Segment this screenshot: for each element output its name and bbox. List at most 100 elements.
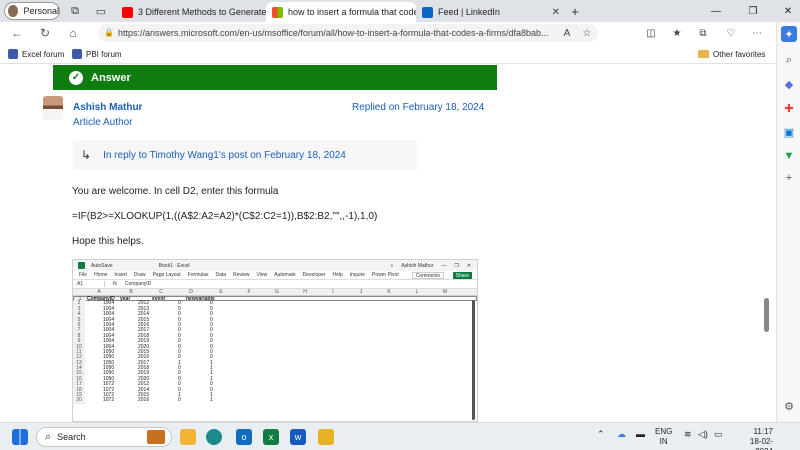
power-bi-icon[interactable] bbox=[318, 429, 334, 445]
restore-icon[interactable]: ❐ bbox=[745, 3, 761, 19]
search-highlight-icon bbox=[147, 430, 165, 444]
show-hidden-icons-icon[interactable]: ⌃ bbox=[597, 429, 605, 440]
excel-column-header: B bbox=[129, 289, 133, 295]
in-reply-to-link[interactable]: In reply to Timothy Wang1's post on Febr… bbox=[103, 150, 346, 161]
tab-label: Feed | LinkedIn bbox=[438, 7, 500, 17]
excel-ribbon-tabs: File Home Insert Draw Page Layout Formulas Dat… bbox=[73, 271, 477, 280]
drop-icon[interactable]: ▼ bbox=[781, 148, 797, 164]
word-icon[interactable]: w bbox=[290, 429, 306, 445]
favorites-icon[interactable]: ★ bbox=[670, 26, 684, 40]
excel-ribbon-tab: File bbox=[79, 272, 88, 278]
collections-icon[interactable]: ⧉ bbox=[696, 26, 710, 40]
more-options-icon[interactable]: ⋯ bbox=[750, 26, 764, 40]
excel-column-header: E bbox=[219, 289, 223, 295]
excel-namebox: A1 bbox=[77, 281, 105, 287]
clock[interactable]: 11:17 18-02-2024 bbox=[733, 427, 773, 450]
excel-row-number: 20 bbox=[73, 398, 85, 404]
wifi-icon[interactable]: ≋ bbox=[684, 429, 692, 440]
excel-column-header: H bbox=[303, 289, 307, 295]
file-explorer-icon[interactable] bbox=[180, 429, 196, 445]
excel-column-header: M bbox=[442, 289, 448, 295]
check-icon: ✓ bbox=[69, 70, 83, 85]
excel-icon[interactable]: x bbox=[263, 429, 279, 445]
author-avatar[interactable] bbox=[43, 96, 63, 120]
browser-essentials-icon[interactable]: ♡ bbox=[724, 26, 738, 40]
excel-column-header: I bbox=[332, 289, 334, 295]
answer-banner: ✓ Answer bbox=[53, 65, 497, 90]
windows-start-icon[interactable] bbox=[12, 429, 28, 445]
new-tab-icon[interactable]: + bbox=[568, 4, 582, 19]
search-icon[interactable]: ⌕ bbox=[781, 52, 797, 68]
excel-column-header: F bbox=[247, 289, 251, 295]
other-favorites-label: Other favorites bbox=[713, 49, 766, 59]
post-text-line: You are welcome. In cell D2, enter this … bbox=[72, 186, 279, 197]
replied-date[interactable]: Replied on February 18, 2024 bbox=[352, 102, 484, 113]
edge-icon[interactable] bbox=[206, 429, 222, 445]
tab-youtube[interactable]: 3 Different Methods to Generate ✕ bbox=[116, 2, 266, 22]
excel-screenshot: AutoSave Book1 · Excel ⌕ Ashish Mathur —… bbox=[72, 259, 478, 422]
close-tab-icon[interactable]: ✕ bbox=[552, 7, 560, 18]
refresh-icon[interactable]: ↻ bbox=[38, 26, 52, 40]
excel-column-header: L bbox=[415, 289, 419, 295]
excel-share-label: Share bbox=[455, 272, 469, 279]
outlook-icon[interactable]: ▣ bbox=[781, 124, 797, 140]
wifi-mini-icon[interactable]: ▬ bbox=[636, 429, 645, 439]
copilot-icon[interactable]: ✦ bbox=[781, 26, 797, 42]
tab-actions-icon[interactable]: ▭ bbox=[94, 4, 108, 18]
profile-button[interactable]: Personal bbox=[4, 2, 60, 20]
favorite-pbi-forum[interactable]: PBI forum bbox=[72, 47, 122, 61]
tools-icon[interactable]: ✚ bbox=[781, 100, 797, 116]
language-indicator[interactable]: ENG IN bbox=[655, 427, 672, 447]
favorite-star-icon[interactable]: ☆ bbox=[580, 26, 594, 40]
excel-column-header: C bbox=[159, 289, 163, 295]
page-scrollbar[interactable] bbox=[764, 298, 769, 332]
tab-label: 3 Different Methods to Generate bbox=[138, 7, 266, 17]
excel-column-header: J bbox=[359, 289, 363, 295]
back-icon[interactable]: ← bbox=[10, 26, 24, 40]
excel-ribbon-tab: Power Pivot bbox=[372, 272, 399, 278]
excel-ribbon-tab: Developer bbox=[302, 272, 326, 278]
tab-microsoft-answers[interactable]: how to insert a formula that code ✕ bbox=[266, 2, 416, 22]
outlook-icon[interactable]: o bbox=[236, 429, 252, 445]
read-aloud-icon[interactable]: A bbox=[560, 26, 574, 40]
excel-comments-button: Comments bbox=[411, 272, 444, 279]
url-text: https://answers.microsoft.com/en-us/msof… bbox=[118, 28, 549, 38]
lock-icon: 🔒 bbox=[104, 28, 114, 37]
author-name[interactable]: Ashish Mathur bbox=[73, 102, 142, 113]
other-favorites[interactable]: Other favorites bbox=[698, 47, 765, 61]
shopping-icon[interactable]: ◆ bbox=[781, 76, 797, 92]
close-window-icon[interactable]: ✕ bbox=[780, 3, 796, 19]
excel-share-button: Share bbox=[452, 272, 472, 279]
youtube-icon bbox=[122, 6, 133, 18]
tab-label: how to insert a formula that code bbox=[288, 7, 416, 17]
excel-column-header: D bbox=[189, 289, 193, 295]
profile-avatar bbox=[7, 4, 20, 18]
workspaces-icon[interactable]: ⧉ bbox=[68, 4, 82, 18]
favorite-label: PBI forum bbox=[86, 49, 122, 59]
taskbar-search-label: Search bbox=[57, 432, 86, 442]
post-text-line: Hope this helps. bbox=[72, 236, 144, 247]
author-role[interactable]: Article Author bbox=[73, 117, 132, 128]
add-icon[interactable]: + bbox=[781, 170, 797, 186]
volume-icon[interactable]: ◁) bbox=[698, 429, 708, 440]
battery-icon[interactable]: ▭ bbox=[714, 429, 723, 440]
minimize-icon[interactable]: — bbox=[708, 3, 724, 19]
excel-comments-label: Comments bbox=[415, 272, 440, 279]
onedrive-icon[interactable]: ☁ bbox=[617, 429, 626, 440]
favorite-excel-forum[interactable]: Excel forum bbox=[8, 47, 64, 61]
excel-title-bar: AutoSave Book1 · Excel ⌕ Ashish Mathur —… bbox=[73, 260, 477, 271]
post-formula: =IF(B2>=XLOOKUP(1,((A$2:A2=A2)*(C$2:C2=1… bbox=[72, 211, 378, 222]
in-reply-to-box[interactable]: ↳ In reply to Timothy Wang1's post on Fe… bbox=[73, 140, 417, 170]
tab-linkedin[interactable]: Feed | LinkedIn ✕ bbox=[416, 2, 566, 22]
excel-restore-icon: ❐ bbox=[454, 262, 459, 269]
url-field[interactable]: 🔒 https://answers.microsoft.com/en-us/ms… bbox=[98, 24, 598, 42]
home-icon[interactable]: ⌂ bbox=[66, 26, 80, 40]
folder-icon bbox=[698, 50, 709, 58]
excel-ribbon-tab: Insert bbox=[114, 272, 127, 278]
settings-icon[interactable]: ⚙ bbox=[781, 398, 797, 414]
excel-search-icon: ⌕ bbox=[390, 262, 394, 269]
taskbar-search[interactable]: ⌕ Search bbox=[36, 427, 172, 447]
split-screen-icon[interactable]: ◫ bbox=[644, 26, 658, 40]
excel-close-icon: ✕ bbox=[466, 262, 471, 269]
excel-formula-value: CompanyID bbox=[124, 281, 152, 287]
